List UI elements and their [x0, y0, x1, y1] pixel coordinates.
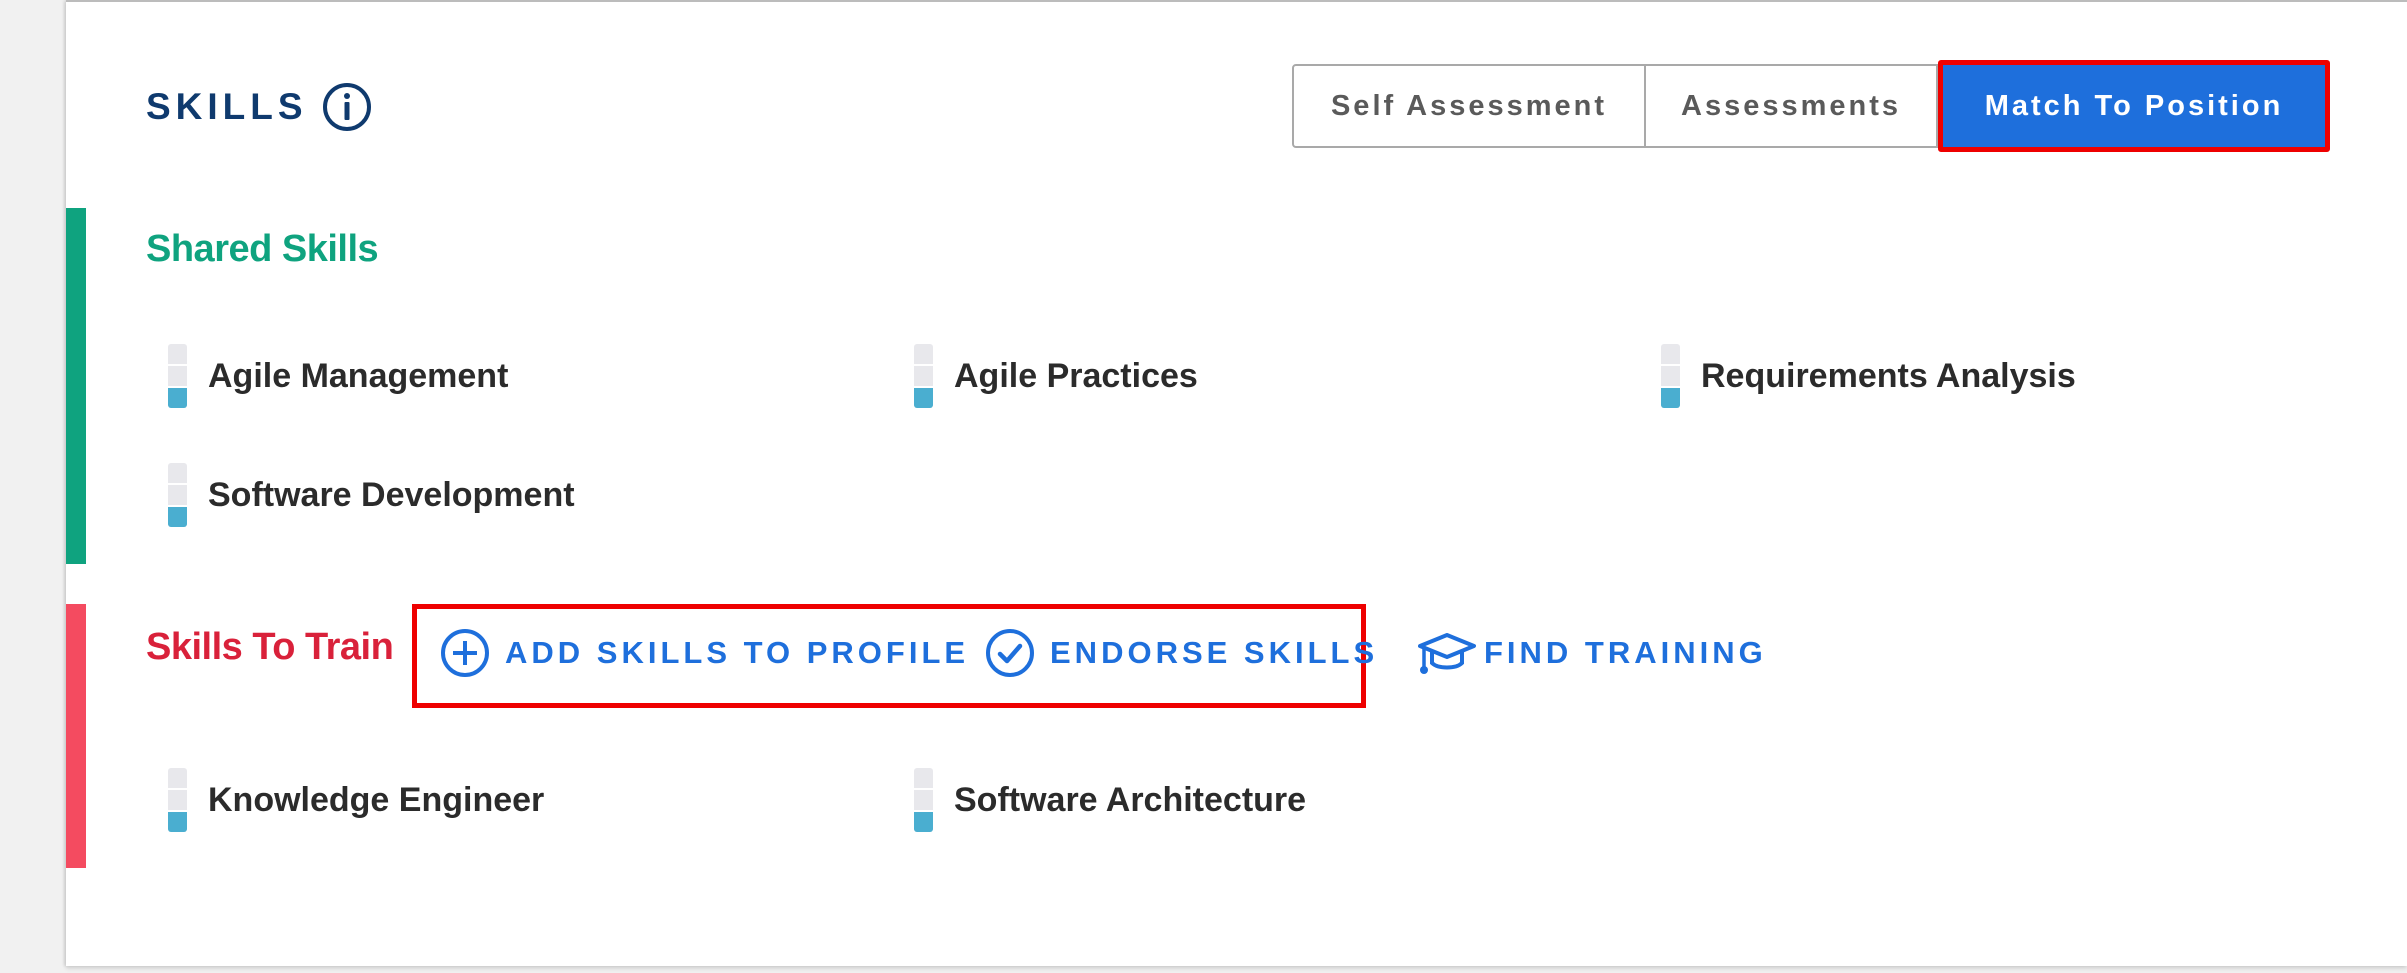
skills-to-train-accent-bar	[66, 604, 86, 868]
view-toggle: Self Assessment Assessments Match To Pos…	[1292, 60, 2330, 152]
add-skills-to-profile-button[interactable]: ADD SKILLS TO PROFILE	[439, 624, 969, 682]
graduation-cap-icon	[1418, 627, 1476, 679]
endorse-skills-label: ENDORSE SKILLS	[1050, 635, 1379, 670]
skill-item-agile-management[interactable]: Agile Management	[168, 343, 508, 409]
skills-header: SKILLS	[146, 78, 372, 136]
skill-level-meter	[914, 344, 933, 408]
skill-level-meter	[168, 344, 187, 408]
shared-skills-title: Shared Skills	[146, 228, 379, 270]
skill-item-requirements-analysis[interactable]: Requirements Analysis	[1661, 343, 2076, 409]
assessments-button[interactable]: Assessments	[1646, 64, 1938, 148]
skill-level-meter	[168, 768, 187, 832]
endorse-skills-button[interactable]: ENDORSE SKILLS	[984, 624, 1378, 682]
find-training-label: FIND TRAINING	[1484, 635, 1767, 670]
skill-level-meter	[914, 768, 933, 832]
shared-skills-accent-bar	[66, 208, 86, 564]
skill-item-software-development[interactable]: Software Development	[168, 462, 575, 528]
skill-label: Agile Practices	[954, 356, 1198, 395]
skill-label: Software Architecture	[954, 780, 1307, 819]
find-training-button[interactable]: FIND TRAINING	[1418, 624, 1767, 682]
skill-level-meter	[168, 463, 187, 527]
self-assessment-button[interactable]: Self Assessment	[1292, 64, 1646, 148]
check-circle-icon	[984, 627, 1036, 679]
skills-to-train-title: Skills To Train	[146, 626, 394, 668]
add-skills-to-profile-label: ADD SKILLS TO PROFILE	[505, 635, 970, 670]
match-to-position-button[interactable]: Match To Position	[1938, 60, 2330, 152]
skill-item-knowledge-engineer[interactable]: Knowledge Engineer	[168, 767, 544, 833]
skill-label: Requirements Analysis	[1701, 356, 2076, 395]
skill-label: Software Development	[208, 475, 575, 514]
page-title: SKILLS	[146, 86, 308, 127]
skill-label: Agile Management	[208, 356, 509, 395]
skill-item-software-architecture[interactable]: Software Architecture	[914, 767, 1306, 833]
skill-label: Knowledge Engineer	[208, 780, 545, 819]
skill-item-agile-practices[interactable]: Agile Practices	[914, 343, 1198, 409]
info-circle-icon[interactable]	[322, 82, 372, 132]
skill-level-meter	[1661, 344, 1680, 408]
plus-circle-icon	[439, 627, 491, 679]
